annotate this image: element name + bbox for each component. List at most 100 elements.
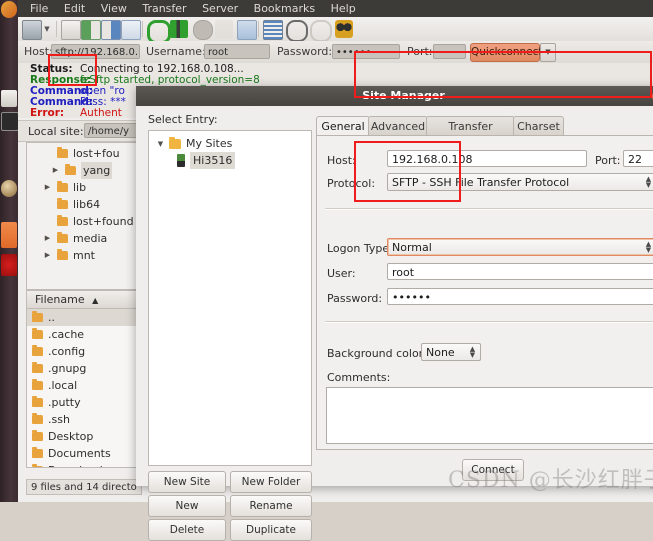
toggle-message-log-icon[interactable] — [61, 20, 81, 40]
tab-charset[interactable]: Charset — [513, 116, 564, 136]
local-site-path-input[interactable]: /home/y — [84, 123, 140, 138]
toggle-local-tree-icon[interactable] — [81, 20, 101, 40]
folder-icon — [32, 447, 43, 458]
new-bookmark-button[interactable]: New Bookmark — [148, 495, 226, 532]
toggle-transfer-queue-icon[interactable] — [121, 20, 141, 40]
tree-row-label-hi3516[interactable]: Hi3516 — [190, 152, 236, 169]
toggle-remote-tree-icon[interactable] — [101, 20, 121, 40]
tree-row-label: lost+fou — [73, 147, 120, 160]
site-manager-dropdown-icon[interactable]: ▼ — [42, 20, 52, 38]
comments-textarea[interactable] — [326, 387, 653, 444]
tree-row[interactable]: lost+found — [27, 213, 143, 230]
delete-button[interactable]: Delete — [148, 519, 226, 541]
local-site-label: Local site: — [28, 125, 84, 138]
list-item-label: .. — [48, 311, 55, 324]
process-queue-icon[interactable] — [170, 20, 188, 38]
ubuntu-dash-icon[interactable] — [1, 1, 17, 18]
tree-row[interactable]: ▶ yang — [27, 162, 143, 179]
cancel-icon[interactable] — [193, 20, 213, 40]
tree-row-label: lost+found — [73, 215, 134, 228]
tree-row[interactable]: lib64 — [27, 196, 143, 213]
folder-icon — [32, 413, 43, 424]
quickconnect-username-input[interactable]: root — [204, 44, 270, 59]
compare-directories-icon[interactable] — [286, 20, 308, 42]
local-directory-tree[interactable]: lost+fou ▶ yang ▶ lib lib64 lost+found ▶… — [26, 142, 144, 290]
list-item[interactable]: Documents — [27, 445, 143, 462]
triangle-down-icon[interactable]: ▼ — [155, 135, 166, 153]
tab-transfer-settings[interactable]: Transfer Settings — [426, 116, 515, 152]
unity-launcher[interactable] — [0, 0, 19, 502]
menu-bookmarks[interactable]: Bookmarks — [248, 0, 321, 17]
watermark: CSDN @长沙红胖子 — [448, 468, 653, 493]
spinner-icon[interactable]: ▲ ▼ — [645, 241, 652, 254]
expand-arrow-icon[interactable]: ▶ — [51, 162, 60, 179]
files-icon[interactable] — [1, 90, 17, 107]
menu-server[interactable]: Server — [196, 0, 244, 17]
list-item-label: .local — [48, 379, 78, 392]
synchronized-browsing-icon[interactable] — [310, 20, 332, 42]
list-item[interactable]: .putty — [27, 394, 143, 411]
reconnect-icon[interactable] — [237, 20, 257, 40]
folder-icon — [32, 430, 43, 441]
logon-type-select[interactable]: Normal ▲ ▼ — [387, 238, 653, 256]
menu-help[interactable]: Help — [325, 0, 362, 17]
toolbar-separator — [56, 21, 57, 37]
tab-advanced[interactable]: Advanced — [368, 116, 428, 136]
menu-transfer[interactable]: Transfer — [136, 0, 192, 17]
folder-icon — [32, 362, 43, 373]
rename-button[interactable]: Rename — [230, 495, 312, 517]
spinner-icon[interactable]: ▲ ▼ — [469, 346, 476, 359]
expand-arrow-icon[interactable]: ▶ — [43, 179, 52, 196]
filter-icon[interactable] — [263, 20, 283, 40]
disconnect-icon[interactable] — [215, 20, 233, 38]
list-item[interactable]: .gnupg — [27, 360, 143, 377]
list-item[interactable]: Downloads — [27, 462, 143, 467]
list-item[interactable]: .cache — [27, 326, 143, 343]
tree-row-label: media — [73, 232, 108, 245]
app-icon[interactable] — [1, 254, 17, 276]
port-input[interactable]: 22 — [623, 150, 653, 167]
new-folder-button[interactable]: New Folder — [230, 471, 312, 493]
log-key: Error: — [30, 107, 65, 119]
quickconnect-username-label: Username: — [146, 45, 206, 58]
filename-column-header[interactable]: Filename ▲ — [27, 291, 143, 309]
site-entry-tree[interactable]: ▼ My Sites Hi3516 — [148, 130, 312, 466]
password-input[interactable]: •••••• — [387, 288, 653, 305]
tree-row[interactable]: ▶ media — [27, 230, 143, 247]
folder-icon — [32, 328, 43, 339]
site-manager-icon[interactable] — [22, 20, 42, 40]
find-files-icon[interactable] — [335, 20, 353, 38]
firefox-icon[interactable] — [1, 180, 17, 197]
folder-icon — [57, 147, 68, 158]
folder-icon — [57, 198, 68, 209]
tree-row-label: lib64 — [73, 198, 101, 211]
list-item[interactable]: .. — [27, 309, 143, 326]
tree-row[interactable]: lost+fou — [27, 145, 143, 162]
tree-row[interactable]: ▶ lib — [27, 179, 143, 196]
user-input[interactable]: root — [387, 263, 653, 280]
duplicate-button[interactable]: Duplicate — [230, 519, 312, 541]
tree-row-label: yang — [81, 162, 113, 179]
expand-arrow-icon[interactable]: ▶ — [43, 230, 52, 247]
new-site-button[interactable]: New Site — [148, 471, 226, 493]
filename-header-label: Filename — [35, 293, 85, 306]
menu-view[interactable]: View — [95, 0, 133, 17]
background-color-select[interactable]: None ▲ ▼ — [421, 343, 481, 361]
expand-arrow-icon[interactable]: ▶ — [43, 247, 52, 264]
tree-row-my-sites[interactable]: ▼ My Sites — [149, 135, 311, 153]
list-item[interactable]: Desktop — [27, 428, 143, 445]
filezilla-icon[interactable] — [1, 222, 17, 248]
logon-type-label: Logon Type: — [327, 242, 393, 255]
tab-general[interactable]: General — [316, 116, 370, 136]
local-status-bar: 9 files and 14 directo — [26, 479, 142, 495]
spinner-icon[interactable]: ▲ ▼ — [645, 176, 652, 189]
list-item[interactable]: .local — [27, 377, 143, 394]
menu-edit[interactable]: Edit — [58, 0, 91, 17]
terminal-icon[interactable] — [1, 112, 19, 131]
comments-label: Comments: — [327, 371, 391, 384]
menu-file[interactable]: File — [24, 0, 54, 17]
list-item[interactable]: .ssh — [27, 411, 143, 428]
local-file-list[interactable]: Filename ▲ .. .cache .config .gnupg .loc… — [26, 290, 144, 468]
tree-row[interactable]: ▶ mnt — [27, 247, 143, 264]
list-item[interactable]: .config — [27, 343, 143, 360]
